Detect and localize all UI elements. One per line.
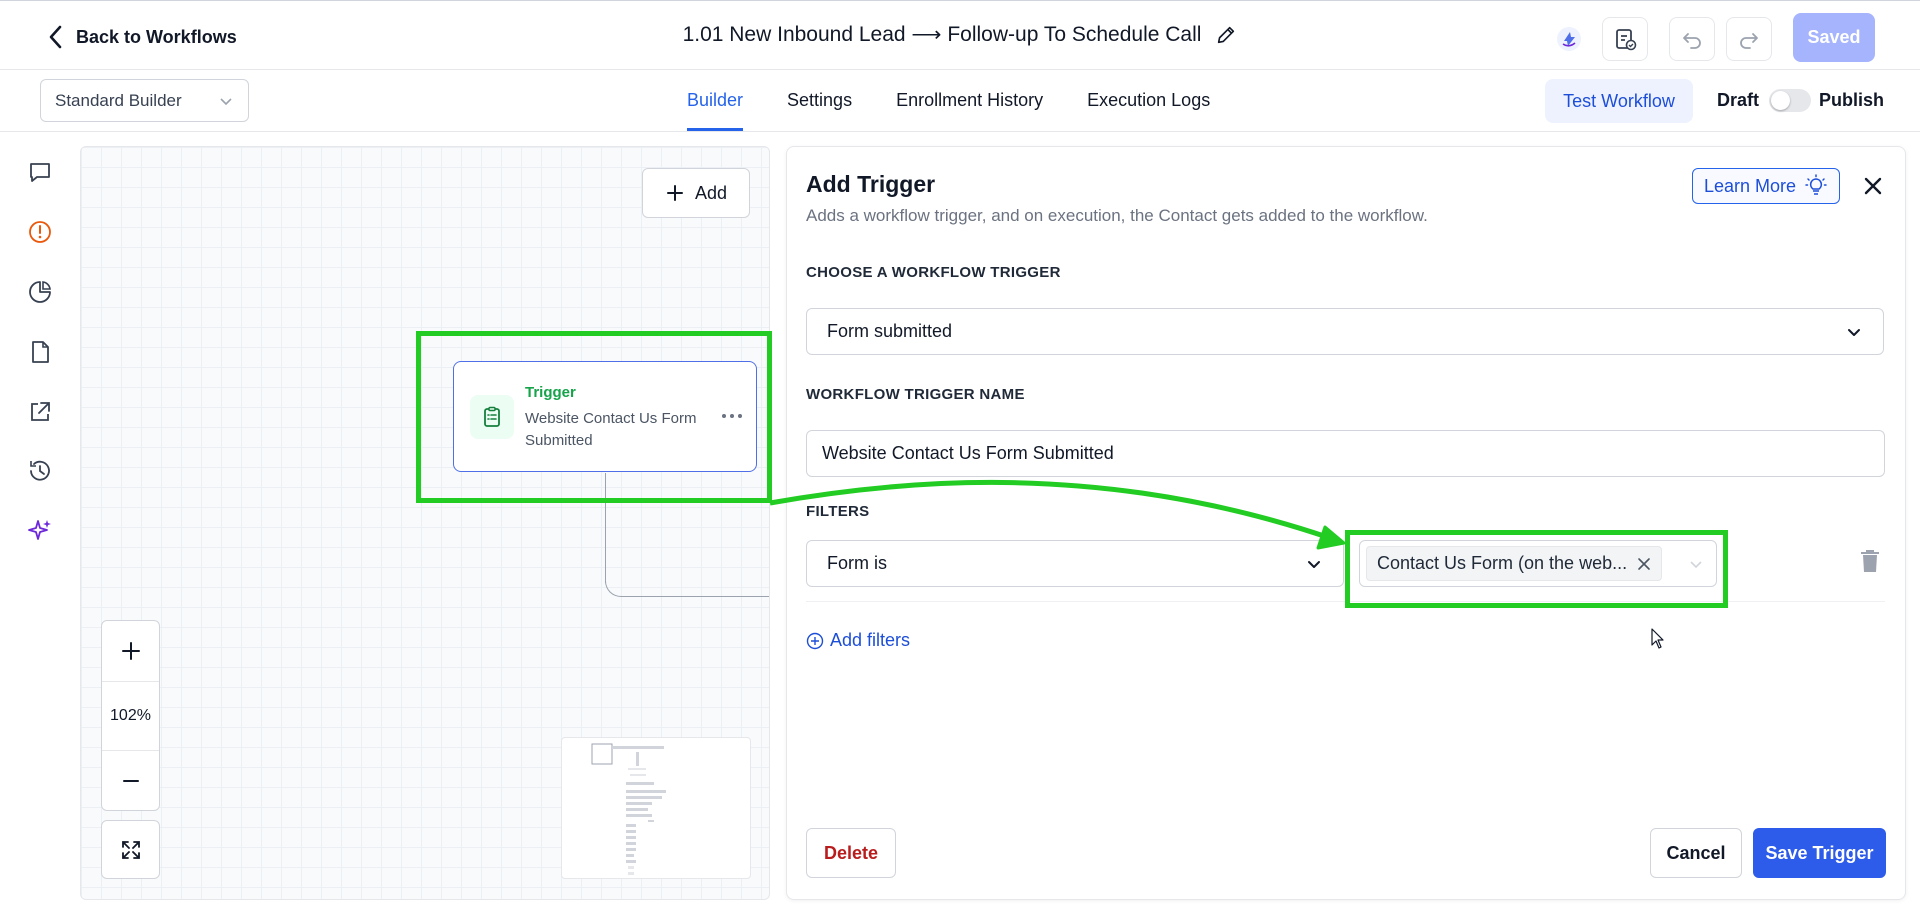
minimap-graphic — [591, 743, 666, 875]
sub-header: Standard Builder Builder Settings Enroll… — [0, 70, 1920, 132]
workflow-title[interactable]: 1.01 New Inbound Lead ⟶ Follow-up To Sch… — [683, 22, 1202, 47]
alert-icon[interactable] — [26, 218, 54, 246]
minimap[interactable] — [561, 737, 751, 879]
close-icon[interactable] — [1861, 174, 1885, 198]
zoom-in-button[interactable] — [102, 621, 159, 681]
saved-button[interactable]: Saved — [1793, 13, 1875, 62]
logo-icon — [1557, 27, 1581, 51]
app-logo-button[interactable] — [1546, 17, 1592, 61]
zoom-controls: 102% — [101, 620, 160, 811]
save-trigger-button[interactable]: Save Trigger — [1753, 828, 1886, 878]
tab-builder[interactable]: Builder — [665, 70, 765, 131]
zoom-out-button[interactable] — [102, 751, 159, 811]
tab-settings[interactable]: Settings — [765, 70, 874, 131]
sparkles-icon[interactable] — [26, 517, 54, 545]
redo-button[interactable] — [1726, 17, 1772, 61]
trigger-type-select[interactable]: Form submitted — [806, 308, 1884, 355]
top-header: Back to Workflows 1.01 New Inbound Lead … — [0, 0, 1920, 70]
add-filters-link[interactable]: Add filters — [806, 630, 910, 651]
cancel-button[interactable]: Cancel — [1650, 828, 1742, 878]
trigger-name-input[interactable]: Website Contact Us Form Submitted — [806, 430, 1885, 477]
external-link-icon[interactable] — [26, 398, 54, 426]
chevron-down-icon — [220, 97, 232, 105]
lightbulb-icon — [1805, 174, 1827, 195]
trigger-name-value: Website Contact Us Form Submitted — [822, 443, 1114, 463]
back-to-workflows-link[interactable]: Back to Workflows — [46, 24, 237, 50]
publish-label: Publish — [1819, 90, 1885, 110]
chevron-down-icon — [1848, 328, 1860, 336]
chevron-down-icon — [1308, 560, 1320, 568]
learn-more-button[interactable]: Learn More — [1692, 168, 1840, 204]
trigger-type-value: Form submitted — [827, 321, 953, 341]
node-connector-branch — [605, 567, 769, 597]
add-trigger-panel: Add Trigger Adds a workflow trigger, and… — [786, 146, 1906, 900]
workflow-tabs: Builder Settings Enrollment History Exec… — [665, 70, 1232, 131]
draft-label: Draft — [1717, 90, 1760, 110]
history-icon[interactable] — [26, 457, 54, 485]
trigger-name-label: WORKFLOW TRIGGER NAME — [806, 386, 1025, 403]
add-label: Add — [694, 182, 728, 203]
fit-view-button[interactable] — [101, 820, 160, 879]
publish-toggle[interactable] — [1769, 89, 1811, 112]
clipboard-check-icon — [1616, 29, 1637, 51]
workflow-notes-button[interactable] — [1602, 17, 1648, 61]
builder-mode-select[interactable]: Standard Builder — [40, 79, 249, 122]
plus-icon — [121, 642, 140, 660]
filters-label: FILTERS — [806, 503, 870, 520]
learn-more-label: Learn More — [1703, 175, 1797, 196]
choose-trigger-label: CHOOSE A WORKFLOW TRIGGER — [806, 264, 1061, 281]
chevron-left-icon — [49, 25, 62, 49]
top-border — [0, 0, 1920, 1]
plus-circle-icon — [806, 632, 824, 649]
back-label: Back to Workflows — [76, 26, 237, 47]
annotation-box-trigger-node — [416, 331, 772, 503]
undo-button[interactable] — [1669, 17, 1715, 61]
add-button[interactable]: Add — [642, 168, 750, 218]
test-workflow-button[interactable]: Test Workflow — [1545, 79, 1693, 123]
tab-enrollment-history[interactable]: Enrollment History — [874, 70, 1065, 131]
panel-title: Add Trigger — [806, 171, 936, 197]
mouse-cursor-icon — [1651, 628, 1664, 649]
undo-icon — [1683, 33, 1701, 49]
panel-subtitle: Adds a workflow trigger, and on executio… — [806, 206, 1428, 225]
toggle-knob — [1771, 91, 1790, 110]
pie-chart-icon[interactable] — [26, 278, 54, 306]
expand-icon — [121, 840, 140, 859]
tab-execution-logs[interactable]: Execution Logs — [1065, 70, 1232, 131]
annotation-box-filter-value — [1345, 530, 1728, 608]
file-icon[interactable] — [26, 338, 54, 366]
add-filters-label: Add filters — [830, 630, 911, 650]
plus-icon — [666, 185, 683, 201]
trash-icon[interactable] — [1859, 548, 1881, 574]
redo-icon — [1740, 33, 1758, 49]
chat-icon[interactable] — [26, 158, 54, 186]
filter-field-select[interactable]: Form is — [806, 540, 1344, 587]
delete-button[interactable]: Delete — [806, 828, 896, 878]
workflow-canvas[interactable]: Add Trigger Website Contact Us Form Subm… — [80, 146, 770, 900]
filter-field-value: Form is — [827, 553, 887, 573]
zoom-level: 102% — [102, 681, 159, 751]
minus-icon — [122, 780, 139, 782]
left-rail — [0, 132, 80, 912]
builder-mode-value: Standard Builder — [55, 90, 182, 110]
pencil-icon[interactable] — [1215, 24, 1237, 46]
